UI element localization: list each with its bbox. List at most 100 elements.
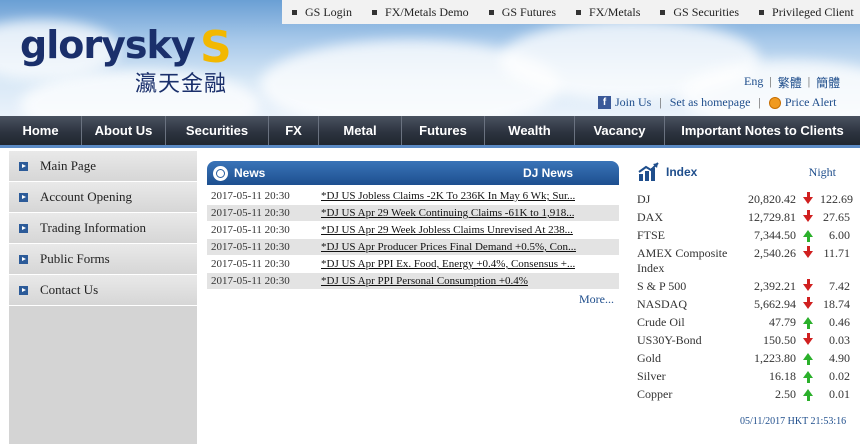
news-title: News <box>234 166 266 180</box>
sidebar: Main Page Account Opening Trading Inform… <box>9 151 197 444</box>
index-direction <box>796 333 820 345</box>
index-value: 2.50 <box>775 387 796 401</box>
lang-simplified-chinese[interactable]: 簡體 <box>816 74 840 91</box>
arrow-down-icon <box>803 210 813 222</box>
news-link[interactable]: *DJ US Apr 29 Week Jobless Claims Unrevi… <box>321 224 573 236</box>
nav-important-notes[interactable]: Important Notes to Clients <box>665 116 860 145</box>
nav-futures[interactable]: Futures <box>402 116 485 145</box>
sidebar-item-contact-us[interactable]: Contact Us <box>9 275 197 306</box>
index-direction <box>796 228 820 242</box>
price-alert-link[interactable]: Price Alert <box>785 95 837 110</box>
index-change: 0.46 <box>829 315 850 329</box>
sidebar-item-public-forms[interactable]: Public Forms <box>9 244 197 275</box>
index-timestamp: 05/11/2017 HKT 21:53:16 <box>740 416 847 427</box>
index-change: 11.71 <box>823 246 850 260</box>
index-value: 47.79 <box>769 315 796 329</box>
news-date: 2017-05-11 20:30 <box>211 190 290 202</box>
sidebar-item-account-opening[interactable]: Account Opening <box>9 182 197 213</box>
index-name: DAX <box>637 210 663 224</box>
index-direction <box>796 387 820 401</box>
news-list: 2017-05-11 20:30 *DJ US Jobless Claims -2… <box>207 188 619 290</box>
sidebar-item-main-page[interactable]: Main Page <box>9 151 197 182</box>
main-nav: Home About Us Securities FX Metal Future… <box>0 116 860 145</box>
index-row: Crude Oil 47.79 0.46 <box>637 315 850 333</box>
sidebar-item-trading-information[interactable]: Trading Information <box>9 213 197 244</box>
news-date: 2017-05-11 20:30 <box>211 207 290 219</box>
index-direction <box>796 210 820 222</box>
chart-icon <box>638 162 659 181</box>
news-more-link[interactable]: More... <box>579 292 614 307</box>
chevron-right-icon <box>19 285 28 295</box>
index-value: 2,392.21 <box>754 279 796 293</box>
chevron-right-icon <box>19 161 28 171</box>
news-link[interactable]: *DJ US Jobless Claims -2K To 236K In May… <box>321 190 575 202</box>
chevron-right-icon <box>19 192 28 202</box>
nav-metal[interactable]: Metal <box>319 116 402 145</box>
top-link-privileged-client[interactable]: Privileged Client <box>749 5 860 20</box>
site-logo[interactable]: glorysky S 瀛天金融 <box>20 22 232 97</box>
top-link-gs-login[interactable]: GS Login <box>282 5 362 20</box>
nav-vacancy[interactable]: Vacancy <box>575 116 665 145</box>
nav-securities[interactable]: Securities <box>166 116 269 145</box>
index-direction <box>796 192 820 204</box>
arrow-up-icon <box>803 230 813 242</box>
nav-home[interactable]: Home <box>0 116 82 145</box>
index-change: 0.03 <box>829 333 850 347</box>
index-direction <box>796 279 820 291</box>
price-alert-icon[interactable] <box>768 96 781 109</box>
top-link-fx-metals[interactable]: FX/Metals <box>566 5 650 20</box>
facebook-icon[interactable]: f <box>598 96 611 109</box>
lang-english[interactable]: Eng <box>744 74 763 91</box>
index-row: NASDAQ 5,662.94 18.74 <box>637 297 850 315</box>
index-value: 12,729.81 <box>748 210 796 224</box>
news-row: 2017-05-11 20:30 *DJ US Apr PPI Ex. Food,… <box>207 256 619 272</box>
arrow-up-icon <box>803 353 813 365</box>
index-direction <box>796 297 820 309</box>
arrow-up-icon <box>803 317 813 329</box>
news-row: 2017-05-11 20:30 *DJ US Apr PPI Personal … <box>207 273 619 289</box>
top-link-gs-futures[interactable]: GS Futures <box>479 5 566 20</box>
index-value: 150.50 <box>763 333 796 347</box>
news-row: 2017-05-11 20:30 *DJ US Apr 29 Week Joble… <box>207 222 619 238</box>
lang-traditional-chinese[interactable]: 繁體 <box>778 74 802 91</box>
news-link[interactable]: *DJ US Apr PPI Ex. Food, Energy +0.4%, C… <box>321 258 575 270</box>
site-header: GS Login FX/Metals Demo GS Futures FX/Me… <box>0 0 860 116</box>
index-change: 0.02 <box>829 369 850 383</box>
night-link[interactable]: Night <box>809 165 836 180</box>
index-row: DAX 12,729.81 27.65 <box>637 210 850 228</box>
nav-wealth[interactable]: Wealth <box>485 116 575 145</box>
index-name: Copper <box>637 387 673 401</box>
news-row: 2017-05-11 20:30 *DJ US Apr Producer Pric… <box>207 239 619 255</box>
news-date: 2017-05-11 20:30 <box>211 258 290 270</box>
top-link-fx-metals-demo[interactable]: FX/Metals Demo <box>362 5 479 20</box>
index-value: 5,662.94 <box>754 297 796 311</box>
index-row: Silver 16.18 0.02 <box>637 369 850 387</box>
index-direction <box>796 369 820 383</box>
arrow-down-icon <box>803 246 813 258</box>
index-value: 7,344.50 <box>754 228 796 242</box>
news-row: 2017-05-11 20:30 *DJ US Apr 29 Week Conti… <box>207 205 619 221</box>
index-row: Copper 2.50 0.01 <box>637 387 850 405</box>
news-link[interactable]: *DJ US Apr 29 Week Continuing Claims -61… <box>321 207 574 219</box>
index-direction <box>796 246 820 258</box>
set-homepage-link[interactable]: Set as homepage <box>670 95 751 110</box>
index-name: S & P 500 <box>637 279 687 293</box>
index-row: AMEX Composite Index 2,540.26 11.71 <box>637 246 850 279</box>
index-change: 0.01 <box>829 387 850 401</box>
index-header: Index Night <box>638 160 850 184</box>
join-us-link[interactable]: Join Us <box>615 95 651 110</box>
news-link[interactable]: *DJ US Apr PPI Personal Consumption +0.4… <box>321 275 528 287</box>
index-row: FTSE 7,344.50 6.00 <box>637 228 850 246</box>
top-links-bar: GS Login FX/Metals Demo GS Futures FX/Me… <box>282 0 860 24</box>
index-value: 16.18 <box>769 369 796 383</box>
news-link[interactable]: *DJ US Apr Producer Prices Final Demand … <box>321 241 576 253</box>
index-name: AMEX Composite Index <box>637 246 728 275</box>
top-link-gs-securities[interactable]: GS Securities <box>650 5 749 20</box>
news-source-link[interactable]: DJ News <box>523 166 573 180</box>
arrow-down-icon <box>803 297 813 309</box>
index-row: S & P 500 2,392.21 7.42 <box>637 279 850 297</box>
logo-chinese-name: 瀛天金融 <box>135 72 228 97</box>
nav-fx[interactable]: FX <box>269 116 319 145</box>
nav-about-us[interactable]: About Us <box>82 116 166 145</box>
index-direction <box>796 315 820 329</box>
